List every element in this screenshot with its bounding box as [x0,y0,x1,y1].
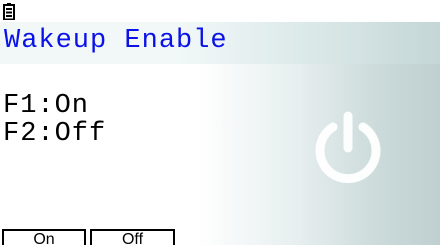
function-key-bar: On Off [0,225,440,245]
calculator-screen: Wakeup Enable F1:On F2:Off On Off [0,0,440,245]
f1-on-button[interactable]: On [2,229,86,245]
title-bar: Wakeup Enable [0,22,440,64]
status-bar [0,0,440,22]
battery-icon [3,3,15,20]
option-f2-off: F2:Off [3,119,107,149]
f2-off-button[interactable]: Off [90,229,175,245]
power-icon [315,111,381,184]
page-title: Wakeup Enable [4,26,228,56]
